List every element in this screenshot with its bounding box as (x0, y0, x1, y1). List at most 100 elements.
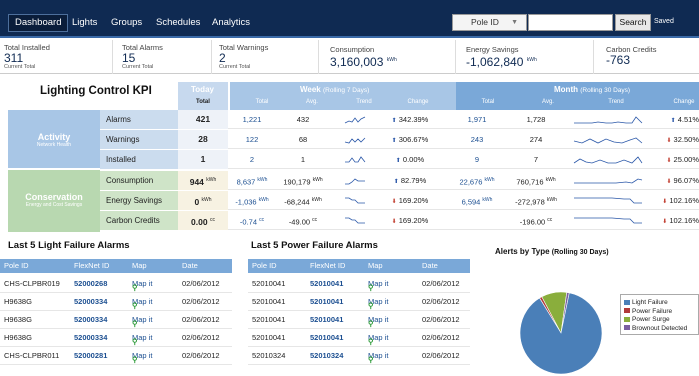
kpi-row: Carbon Credits 0.00 cc -0.74 cc -49.00 cc ⬇ … (100, 211, 699, 230)
map-pin-icon: ⚲ (368, 301, 374, 310)
kpi-week-avg: -68,244 kWh (284, 197, 322, 207)
cell-date: 02/06/2012 (422, 315, 460, 324)
map-it-link[interactable]: ⚲ Map it (368, 279, 388, 292)
map-it-link[interactable]: ⚲ Map it (132, 351, 152, 364)
kpi-week-avg: 68 (298, 135, 308, 144)
pie-legend: Light Failure Power Failure Power Surge Bro… (620, 294, 699, 335)
kpi-title: Lighting Control KPI (40, 85, 152, 97)
map-pin-icon: ⚲ (132, 337, 138, 346)
stat-unit: kWh (386, 57, 397, 63)
sparkline (345, 156, 366, 163)
unit-label: cc (547, 217, 553, 223)
map-it-link[interactable]: ⚲ Map it (132, 297, 152, 310)
search-field-select-label: Pole ID (471, 17, 499, 27)
table-row: 52010041 52010041 ⚲ Map it 02/06/2012 (248, 293, 470, 311)
legend-swatch (624, 299, 630, 305)
arrow-down-icon: ⬇ (391, 219, 397, 225)
sparkline (344, 116, 366, 124)
kpi-week-total[interactable]: 8,637 kWh (232, 171, 272, 190)
search-button[interactable]: Search (615, 14, 651, 31)
kpi-month-total[interactable]: 1,971 (456, 110, 498, 129)
kpi-row-label: Alarms (100, 110, 178, 129)
cell-flexnet-id[interactable]: 52000281 (74, 351, 107, 360)
unit-label: kWh (257, 177, 268, 183)
kpi-row: Warnings 28 122 68 ⬆ 306.67% 243 274 ⬇ 32.50% (100, 130, 699, 149)
tab-lights[interactable]: Lights (66, 14, 103, 32)
cell-flexnet-id[interactable]: 52010324 (310, 351, 343, 360)
kpi-month-avg: 760,716 kWh (516, 177, 556, 187)
legend-item: Power Surge (624, 316, 670, 323)
kpi-week-total[interactable]: 2 (232, 150, 272, 169)
kpi-month-total[interactable]: 22,676 kWh (456, 171, 498, 190)
kpi-week-total[interactable]: -1,036 kWh (232, 191, 272, 210)
cell-flexnet-id[interactable]: 52000268 (74, 279, 107, 288)
kpi-today-value: 421 (178, 110, 228, 129)
map-pin-icon: ⚲ (368, 283, 374, 292)
kpi-month-avg: 1,728 (526, 115, 546, 124)
tab-schedules[interactable]: Schedules (150, 14, 206, 32)
kpi-month-trend (570, 110, 648, 129)
cell-date: 02/06/2012 (182, 333, 220, 342)
table-row: 52010324 52010324 ⚲ Map it 02/06/2012 (248, 347, 470, 365)
stat-divider (211, 40, 212, 74)
map-it-link[interactable]: ⚲ Map it (368, 351, 388, 364)
kpi-month-total[interactable]: 243 (456, 130, 498, 149)
cell-flexnet-id[interactable]: 52010041 (310, 279, 343, 288)
search-input[interactable] (528, 14, 613, 31)
tab-groups[interactable]: Groups (105, 14, 148, 32)
map-it-link[interactable]: ⚲ Map it (368, 297, 388, 310)
stat-value: -763 (606, 53, 631, 67)
kpi-row: Installed 1 2 1 ⬆ 0.00% 9 7 ⬇ 25.00% (100, 150, 699, 169)
cell-flexnet-id[interactable]: 52000334 (74, 333, 107, 342)
map-it-link[interactable]: ⚲ Map it (132, 279, 152, 292)
month-col-total: Total (481, 99, 495, 105)
stat-divider (593, 40, 594, 74)
month-label-text: Month (554, 85, 578, 94)
cell-flexnet-id[interactable]: 52000334 (74, 297, 107, 306)
kpi-month-change: ⬇ 102.16% (662, 196, 699, 205)
stat-consumption: Consumption 3,160,003 kWh (330, 45, 397, 68)
map-it-link[interactable]: ⚲ Map it (132, 315, 152, 328)
kpi-week-total[interactable]: -0.74 cc (232, 211, 272, 230)
light-alarms-header: Pole ID FlexNet ID Map Date (0, 259, 232, 273)
map-it-link[interactable]: ⚲ Map it (368, 333, 388, 346)
kpi-week-trend (340, 130, 372, 149)
unit-label: cc (259, 217, 265, 223)
search-field-select[interactable]: Pole ID ▼ (452, 14, 527, 31)
sparkline (574, 217, 642, 224)
cell-flexnet-id[interactable]: 52010041 (310, 315, 343, 324)
row-divider (248, 364, 470, 365)
sparkline (574, 178, 643, 184)
tab-dashboard[interactable]: Dashboard (8, 14, 69, 32)
group-sub: Energy and Cost Savings (25, 202, 83, 208)
cell-date: 02/06/2012 (422, 279, 460, 288)
legend-label: Power Failure (632, 307, 673, 315)
kpi-month-total[interactable] (456, 211, 498, 230)
kpi-week-avg: 1 (300, 155, 306, 164)
cell-flexnet-id[interactable]: 52000334 (74, 315, 107, 324)
map-pin-icon: ⚲ (132, 355, 138, 364)
cell-flexnet-id[interactable]: 52010041 (310, 333, 343, 342)
row-divider (0, 364, 232, 365)
tab-analytics[interactable]: Analytics (206, 14, 256, 32)
week-label: Week (Rolling 7 Days) (300, 85, 369, 94)
kpi-week-trend (340, 110, 372, 129)
map-it-link[interactable]: ⚲ Map it (368, 315, 388, 328)
cell-pole-id: CHS-CLPBR011 (4, 351, 60, 360)
kpi-month-avg: -272,978 kWh (515, 197, 557, 207)
kpi-week-total[interactable]: 122 (232, 130, 272, 149)
stat-label: Consumption (330, 45, 375, 54)
cell-date: 02/06/2012 (422, 333, 460, 342)
cell-flexnet-id[interactable]: 52010041 (310, 297, 343, 306)
kpi-today-value: 0 kWh (178, 191, 228, 210)
kpi-month-total[interactable]: 6,594 kWh (456, 191, 498, 210)
saved-searches-link[interactable]: Saved (654, 18, 674, 25)
map-it-link[interactable]: ⚲ Map it (132, 333, 152, 346)
kpi-week-total[interactable]: 1,221 (232, 110, 272, 129)
kpi-month-total[interactable]: 9 (456, 150, 498, 169)
col-pole-id: Pole ID (252, 261, 277, 270)
unit-label: kWh (484, 177, 495, 183)
kpi-month-change: ⬆ 4.51% (670, 115, 699, 124)
unit-label: kWh (258, 197, 269, 203)
map-pin-icon: ⚲ (368, 337, 374, 346)
